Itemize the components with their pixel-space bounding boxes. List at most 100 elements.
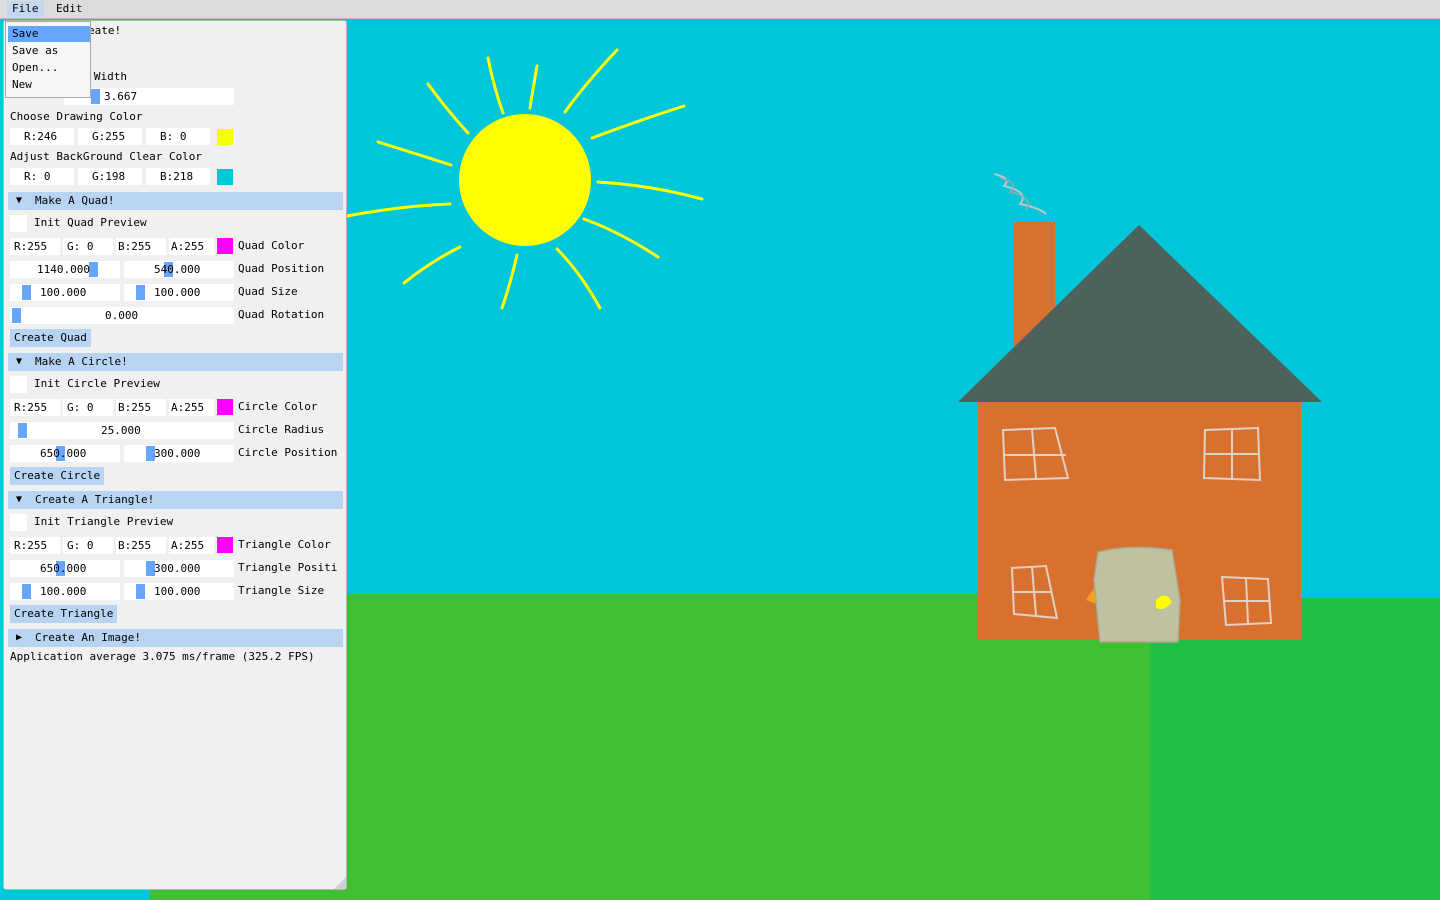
quad-preview-label: Init Quad Preview [34, 216, 147, 229]
quad-header-label: Make A Quad! [35, 194, 115, 207]
menu-edit[interactable]: Edit [51, 1, 88, 17]
slider-grab[interactable] [12, 308, 21, 323]
circle-section-header[interactable]: ▼ Make A Circle! [8, 353, 343, 371]
triangle-color-r-value: R:255 [14, 539, 48, 552]
panel-title: eate! [88, 24, 122, 37]
expanded-arrow-icon: ▼ [16, 195, 23, 206]
triangle-color-a-value: A:255 [171, 539, 205, 552]
triangle-pos-x-slider[interactable]: 650.000 [10, 560, 120, 577]
quad-size-h-slider[interactable]: 100.000 [124, 284, 234, 301]
menu-bar: File Edit [0, 0, 1440, 19]
bg-color-g-value: G:198 [92, 170, 126, 183]
triangle-size-w-value: 100.000 [40, 585, 87, 598]
bg-color-swatch[interactable] [217, 169, 233, 185]
slider-grab[interactable] [91, 89, 100, 104]
circle-preview-label: Init Circle Preview [34, 377, 160, 390]
triangle-size-w-slider[interactable]: 100.000 [10, 583, 120, 600]
slider-grab[interactable] [136, 285, 145, 300]
triangle-color-b[interactable]: B:255 [116, 537, 166, 554]
menu-item-open[interactable]: Open... [8, 60, 90, 76]
menu-item-save[interactable]: Save [8, 26, 90, 42]
circle-pos-x-slider[interactable]: 650.000 [10, 445, 120, 462]
quad-size-w-slider[interactable]: 100.000 [10, 284, 120, 301]
resize-grip-icon[interactable] [334, 877, 346, 889]
circle-color-label: Circle Color [238, 400, 318, 413]
quad-rotation-slider[interactable]: 0.000 [10, 307, 234, 324]
triangle-preview-label: Init Triangle Preview [34, 515, 174, 528]
triangle-color-g[interactable]: G: 0 [63, 537, 113, 554]
circle-radius-label: Circle Radius [238, 423, 325, 436]
menu-item-save-as[interactable]: Save as [8, 43, 90, 59]
quad-position-label: Quad Position [238, 262, 325, 275]
circle-color-g-value: G: 0 [67, 401, 94, 414]
triangle-size-h-slider[interactable]: 100.000 [124, 583, 234, 600]
quad-size-w-value: 100.000 [40, 286, 87, 299]
draw-color-r[interactable]: R:246 [10, 128, 74, 145]
choose-color-label: Choose Drawing Color [10, 110, 143, 123]
circle-radius-value: 25.000 [101, 424, 141, 437]
quad-pos-x-slider[interactable]: 1140.000 [10, 261, 120, 278]
draw-color-g-value: G:255 [92, 130, 126, 143]
quad-preview-checkbox[interactable] [10, 215, 27, 232]
circle-color-b[interactable]: B:255 [116, 399, 166, 416]
quad-color-r[interactable]: R:255 [10, 238, 60, 255]
circle-color-r[interactable]: R:255 [10, 399, 60, 416]
circle-preview-checkbox[interactable] [10, 376, 27, 393]
expanded-arrow-icon: ▼ [16, 356, 23, 367]
draw-color-b-value: B: 0 [160, 130, 187, 143]
circle-color-g[interactable]: G: 0 [63, 399, 113, 416]
menu-file[interactable]: File [7, 1, 44, 17]
triangle-pos-y-slider[interactable]: 300.000 [124, 560, 234, 577]
triangle-color-label: Triangle Color [238, 538, 331, 551]
circle-color-r-value: R:255 [14, 401, 48, 414]
bg-color-label: Adjust BackGround Clear Color [10, 150, 203, 163]
line-width-value: 3.667 [104, 90, 138, 103]
collapsed-arrow-icon: ▶ [16, 632, 23, 643]
file-menu-dropdown: Save Save as Open... New [5, 21, 91, 98]
triangle-size-h-value: 100.000 [154, 585, 201, 598]
circle-pos-y-slider[interactable]: 300.000 [124, 445, 234, 462]
control-panel: eate! ng Width 3.667 Choose Drawing Colo… [3, 20, 347, 890]
triangle-color-swatch[interactable] [217, 537, 233, 553]
quad-color-b-value: B:255 [118, 240, 152, 253]
menu-item-new[interactable]: New [8, 77, 90, 93]
circle-position-label: Circle Position [238, 446, 338, 459]
quad-pos-y-slider[interactable]: 540.000 [124, 261, 234, 278]
slider-grab[interactable] [22, 584, 31, 599]
bg-color-r[interactable]: R: 0 [10, 168, 74, 185]
create-circle-button[interactable]: Create Circle [10, 467, 105, 485]
quad-size-h-value: 100.000 [154, 286, 201, 299]
bg-color-b-value: B:218 [160, 170, 194, 183]
triangle-position-label: Triangle Positi [238, 561, 338, 574]
quad-color-g-value: G: 0 [67, 240, 94, 253]
grass-right [1150, 598, 1440, 900]
slider-grab[interactable] [18, 423, 27, 438]
quad-color-g[interactable]: G: 0 [63, 238, 113, 255]
quad-section-header[interactable]: ▼ Make A Quad! [8, 192, 343, 210]
slider-grab[interactable] [89, 262, 98, 277]
triangle-color-r[interactable]: R:255 [10, 537, 60, 554]
slider-grab[interactable] [22, 285, 31, 300]
bg-color-b[interactable]: B:218 [146, 168, 210, 185]
draw-color-g[interactable]: G:255 [78, 128, 142, 145]
create-triangle-button[interactable]: Create Triangle [10, 605, 118, 623]
create-quad-button[interactable]: Create Quad [10, 329, 91, 347]
quad-color-label: Quad Color [238, 239, 305, 252]
circle-color-swatch[interactable] [217, 399, 233, 415]
quad-rotation-label: Quad Rotation [238, 308, 325, 321]
draw-color-swatch[interactable] [217, 129, 233, 145]
quad-color-swatch[interactable] [217, 238, 233, 254]
image-section-header[interactable]: ▶ Create An Image! [8, 629, 343, 647]
triangle-section-header[interactable]: ▼ Create A Triangle! [8, 491, 343, 509]
triangle-color-a[interactable]: A:255 [169, 537, 214, 554]
quad-color-a[interactable]: A:255 [169, 238, 214, 255]
circle-radius-slider[interactable]: 25.000 [10, 422, 234, 439]
quad-color-b[interactable]: B:255 [116, 238, 166, 255]
circle-color-a-value: A:255 [171, 401, 205, 414]
slider-grab[interactable] [136, 584, 145, 599]
triangle-preview-checkbox[interactable] [10, 514, 27, 531]
bg-color-g[interactable]: G:198 [78, 168, 142, 185]
draw-color-b[interactable]: B: 0 [146, 128, 210, 145]
circle-color-a[interactable]: A:255 [169, 399, 214, 416]
quad-color-r-value: R:255 [14, 240, 48, 253]
